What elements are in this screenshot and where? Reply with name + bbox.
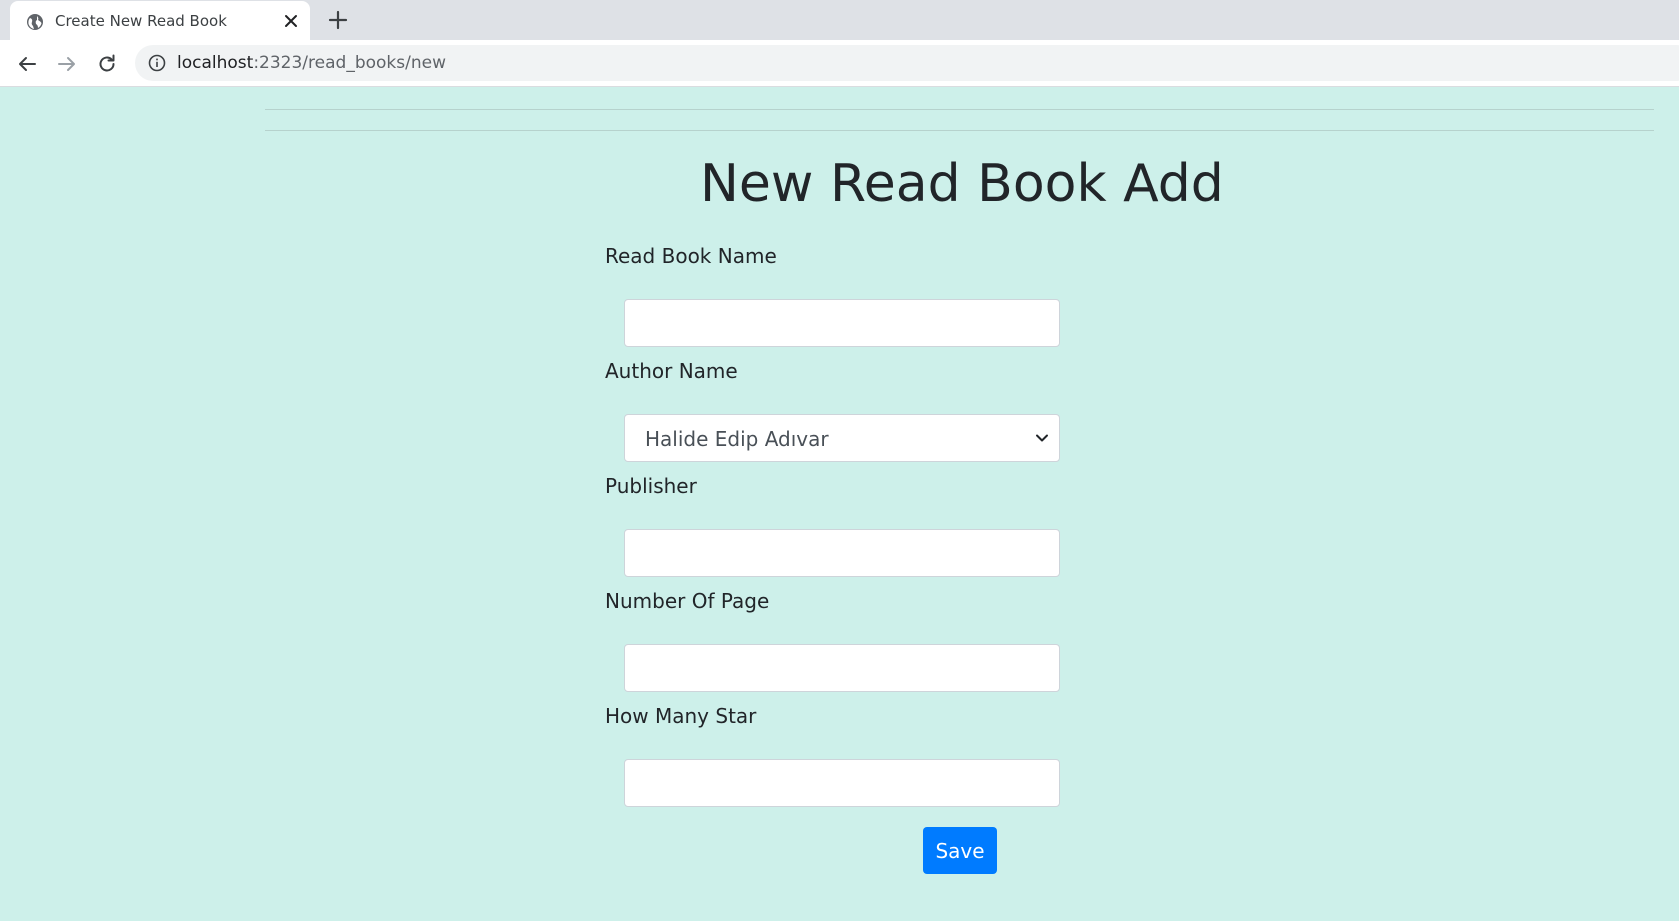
stars-label: How Many Star: [605, 704, 757, 728]
author-name-label: Author Name: [605, 359, 738, 383]
new-tab-plus-icon[interactable]: [328, 10, 348, 30]
publisher-input[interactable]: [624, 529, 1060, 577]
stars-input[interactable]: [624, 759, 1060, 807]
page-content: New Read Book Add Read Book Name Author …: [0, 88, 1679, 921]
info-icon[interactable]: [148, 54, 166, 72]
divider-bottom: [265, 130, 1654, 131]
browser-tab-bar: Create New Read Book: [0, 0, 1679, 42]
divider-top: [265, 109, 1654, 110]
close-icon[interactable]: [282, 12, 300, 30]
forward-arrow-icon[interactable]: [56, 53, 78, 75]
publisher-label: Publisher: [605, 474, 697, 498]
book-name-input[interactable]: [624, 299, 1060, 347]
browser-toolbar: localhost:2323/read_books/new: [0, 40, 1679, 87]
author-name-select[interactable]: Halide Edip Adıvar: [624, 414, 1060, 462]
globe-icon: [27, 14, 43, 30]
save-button[interactable]: Save: [923, 827, 997, 874]
chevron-down-icon: [1036, 434, 1048, 442]
page-title: New Read Book Add: [700, 154, 1224, 214]
url-text[interactable]: localhost:2323/read_books/new: [177, 53, 446, 73]
tab-title: Create New Read Book: [55, 12, 227, 30]
url-path: :2323/read_books/new: [253, 53, 446, 73]
page-count-input[interactable]: [624, 644, 1060, 692]
author-name-selected: Halide Edip Adıvar: [645, 427, 829, 451]
address-bar[interactable]: localhost:2323/read_books/new: [135, 45, 1679, 81]
reload-icon[interactable]: [96, 53, 118, 75]
back-arrow-icon[interactable]: [16, 53, 38, 75]
page-count-label: Number Of Page: [605, 589, 770, 613]
book-name-label: Read Book Name: [605, 244, 777, 268]
browser-tab[interactable]: Create New Read Book: [10, 1, 310, 42]
url-host: localhost: [177, 53, 254, 73]
